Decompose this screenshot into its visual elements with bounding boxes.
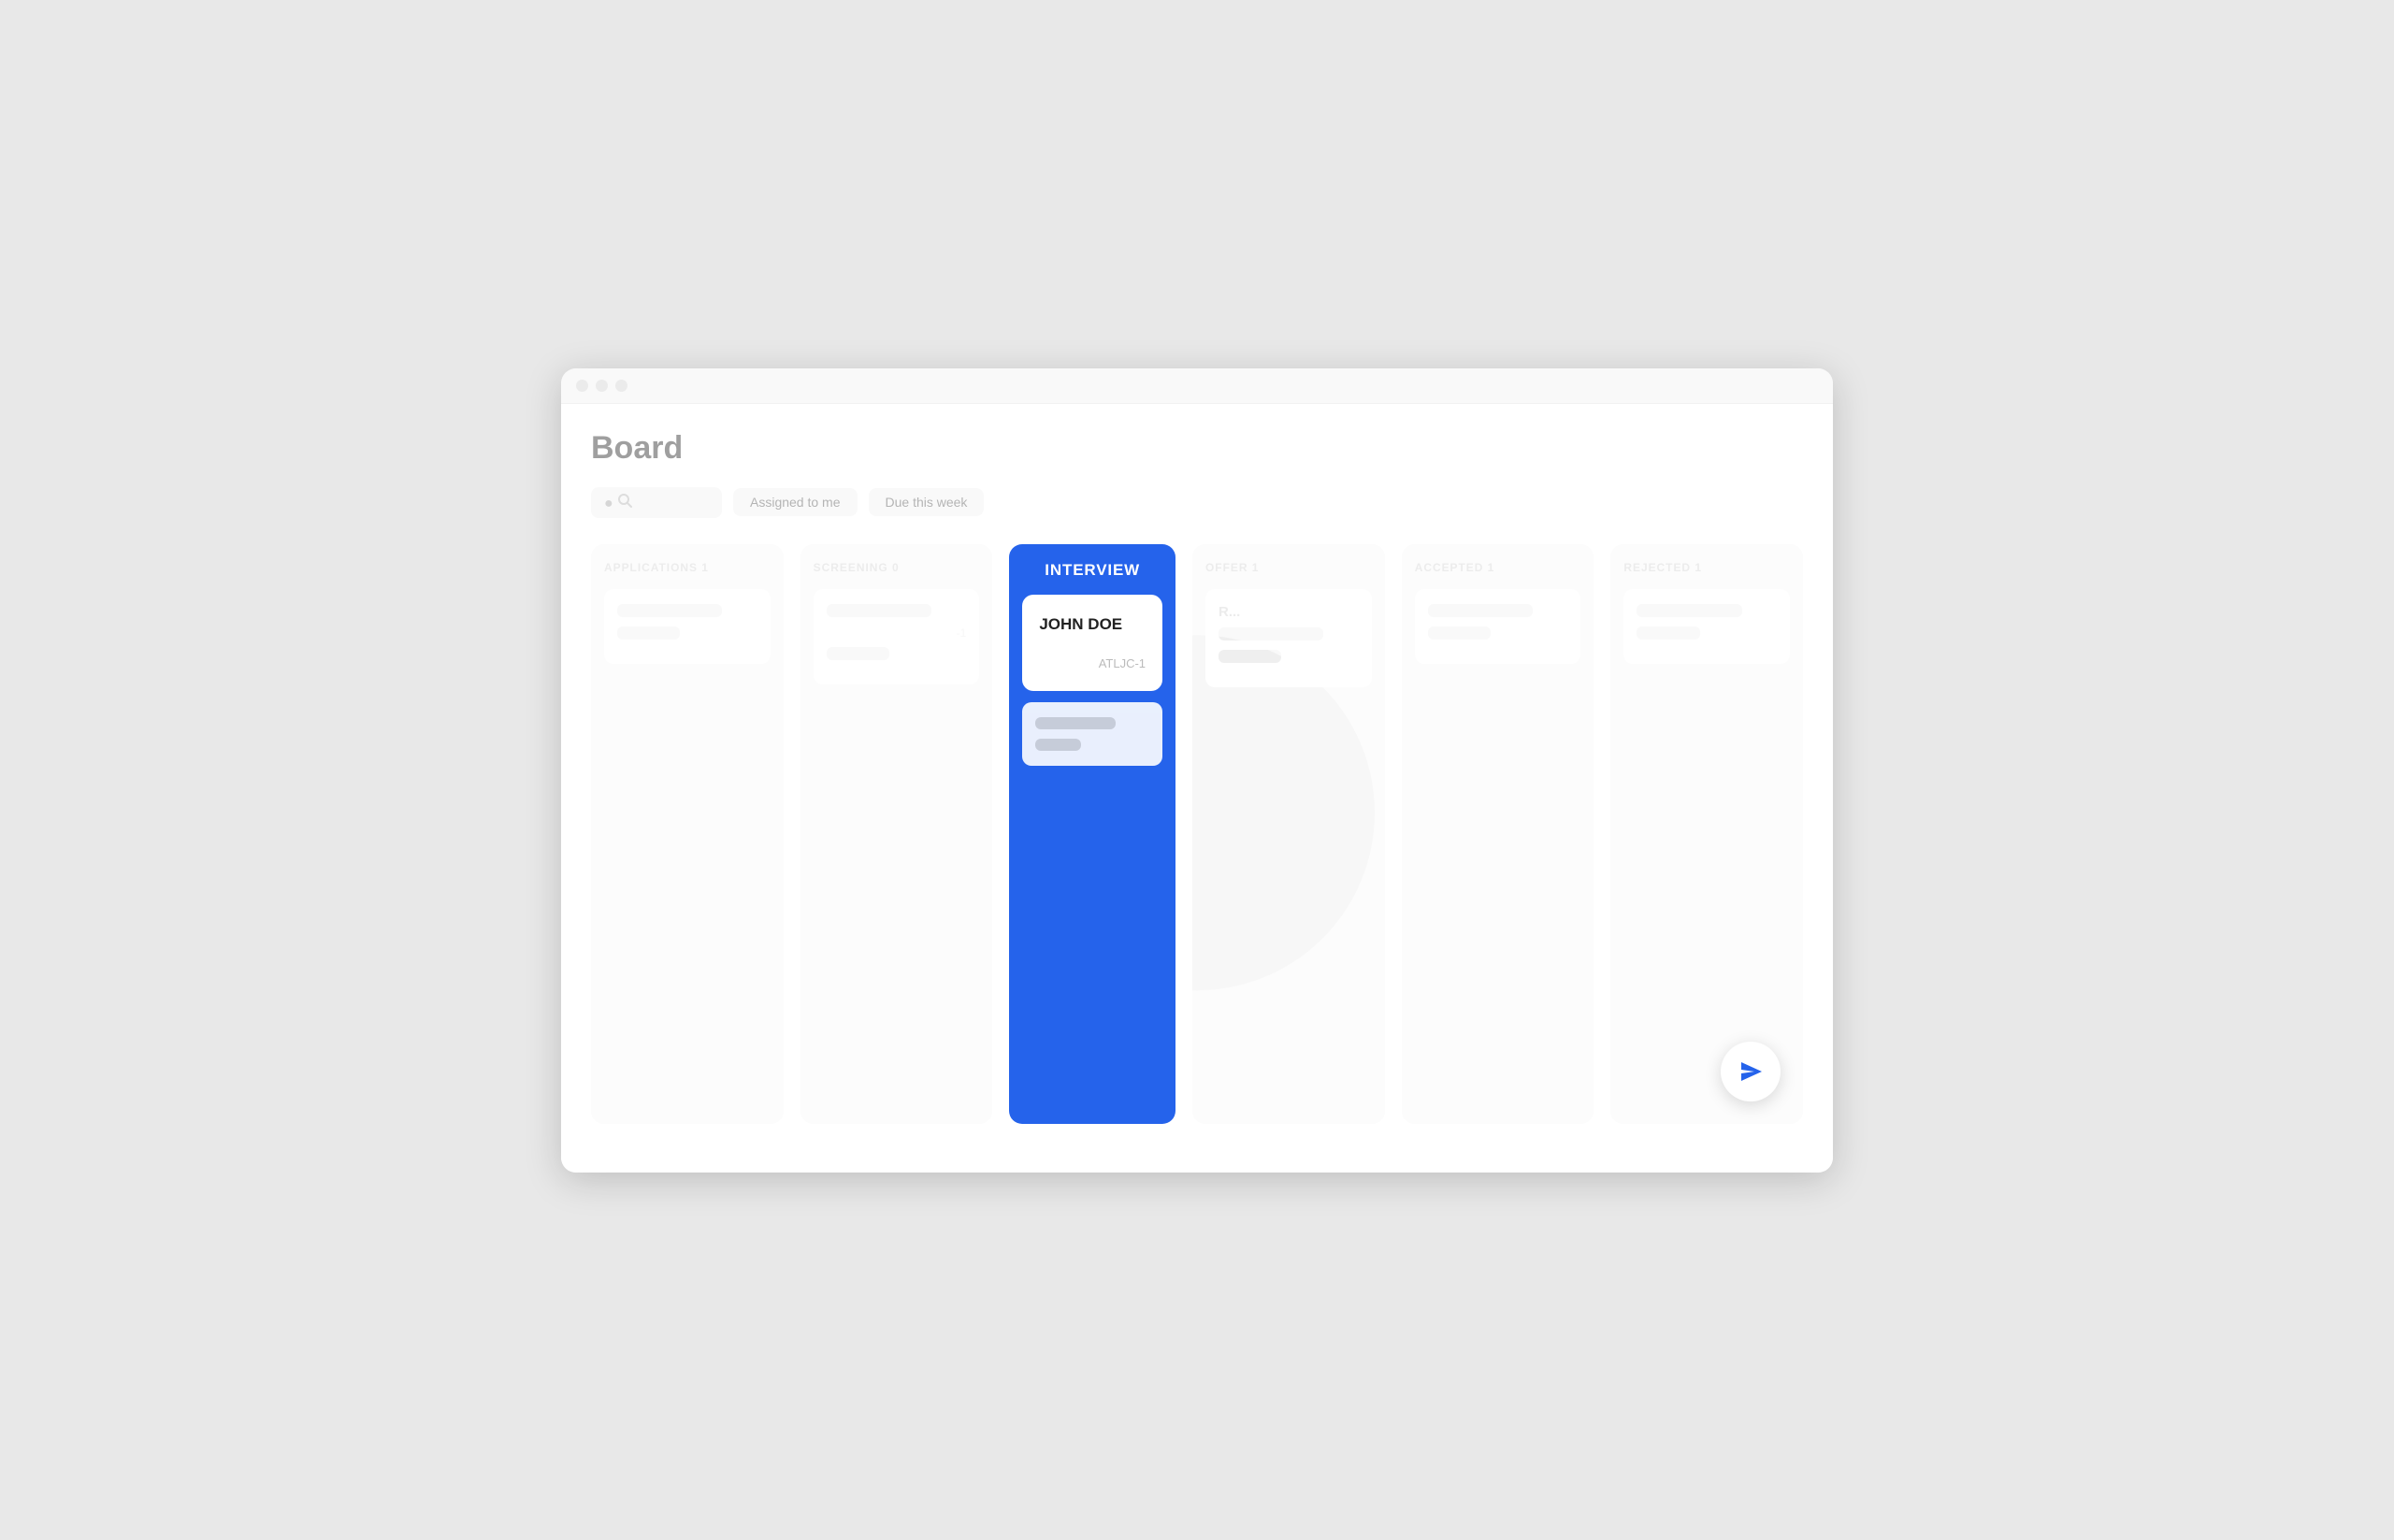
card-bar-short xyxy=(1219,650,1281,663)
send-icon xyxy=(1734,1055,1767,1088)
fab-button[interactable] xyxy=(1721,1042,1781,1101)
column-offer: OFFER 1 R... xyxy=(1192,544,1385,1124)
card-accepted-1[interactable] xyxy=(1415,589,1581,664)
card-screening-1[interactable]: -1 xyxy=(814,589,980,684)
card-offer-1[interactable]: R... xyxy=(1205,589,1372,687)
traffic-lights xyxy=(576,380,627,392)
card-rejected-1[interactable] xyxy=(1623,589,1790,664)
column-applications: APPLICATIONS 1 xyxy=(591,544,784,1124)
col-header-screening: SCREENING 0 xyxy=(814,561,980,574)
main-content: Board ● Assigned to me Due this week xyxy=(561,404,1833,1173)
app-window: Board ● Assigned to me Due this week xyxy=(561,368,1833,1173)
search-icon: ● xyxy=(604,493,632,512)
card-bar xyxy=(1637,604,1741,617)
card-name-offer: R... xyxy=(1219,604,1359,620)
column-accepted: ACCEPTED 1 xyxy=(1402,544,1594,1124)
card-bar-short xyxy=(1035,739,1081,751)
card-bar xyxy=(617,604,722,617)
card-bar-short xyxy=(827,647,889,660)
card-bar-short xyxy=(1637,626,1699,640)
column-interview: INTERVIEW JOHN DOE ATLJC-1 xyxy=(1009,544,1175,1124)
due-this-week-filter[interactable]: Due this week xyxy=(869,488,985,516)
card-bar-short xyxy=(617,626,680,640)
active-card[interactable]: JOHN DOE ATLJC-1 xyxy=(1022,595,1162,691)
page-title: Board xyxy=(591,430,1803,467)
column-interview-wrap: INTERVIEW JOHN DOE ATLJC-1 xyxy=(1009,544,1175,1124)
column-rejected: REJECTED 1 xyxy=(1610,544,1803,1124)
card-applications-1[interactable] xyxy=(604,589,771,664)
col-header-accepted: ACCEPTED 1 xyxy=(1415,561,1581,574)
col-header-offer: OFFER 1 xyxy=(1205,561,1372,574)
card-bar xyxy=(1219,627,1323,640)
card-id: -1 xyxy=(827,626,967,640)
col-header-interview: INTERVIEW xyxy=(1022,561,1162,580)
col-header-applications: APPLICATIONS 1 xyxy=(604,561,771,574)
card-bar xyxy=(827,604,931,617)
close-dot xyxy=(576,380,588,392)
minimize-dot xyxy=(596,380,608,392)
active-card-id: ATLJC-1 xyxy=(1039,656,1146,670)
card-interview-2[interactable] xyxy=(1022,702,1162,766)
card-bar-short xyxy=(1428,626,1491,640)
active-card-name: JOHN DOE xyxy=(1039,615,1146,634)
titlebar xyxy=(561,368,1833,404)
board-wrapper: APPLICATIONS 1 SCREENING 0 -1 xyxy=(591,544,1803,1124)
assigned-to-me-filter[interactable]: Assigned to me xyxy=(733,488,858,516)
maximize-dot xyxy=(615,380,627,392)
card-bar xyxy=(1428,604,1533,617)
search-box[interactable]: ● xyxy=(591,487,722,518)
col-header-rejected: REJECTED 1 xyxy=(1623,561,1790,574)
kanban-board: APPLICATIONS 1 SCREENING 0 -1 xyxy=(591,544,1803,1124)
column-screening: SCREENING 0 -1 xyxy=(800,544,993,1124)
toolbar: ● Assigned to me Due this week xyxy=(591,487,1803,518)
card-bar xyxy=(1035,717,1115,729)
